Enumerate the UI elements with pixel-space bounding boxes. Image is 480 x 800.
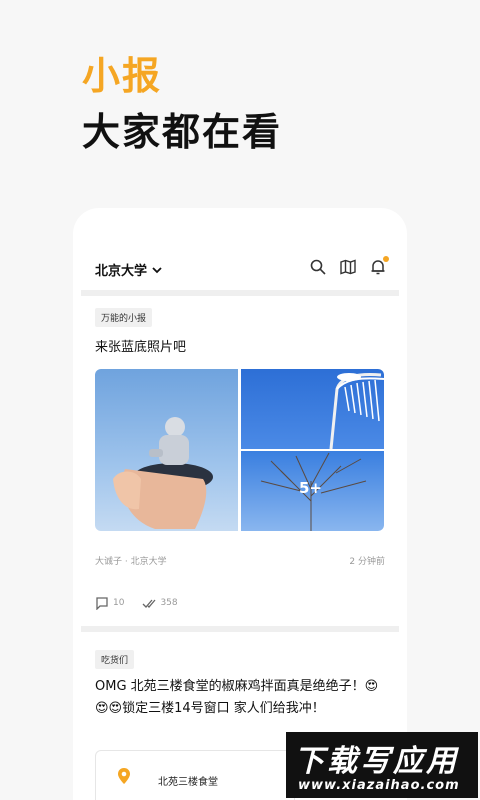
post-title: 来张蓝底照片吧 — [95, 340, 187, 355]
post-tag[interactable]: 吃货们 — [95, 650, 135, 669]
watermark-url: www.xiazaihao.com — [298, 778, 460, 793]
bell-icon[interactable] — [369, 256, 389, 276]
more-images-count: 5+ — [299, 479, 323, 497]
notification-badge — [383, 256, 389, 262]
watermark-title: 下载写应用 — [294, 744, 459, 779]
post-image-thumb[interactable]: 5+ — [241, 451, 384, 531]
watermark-logo: 下载写应用 www.xiazaihao.com — [286, 732, 478, 798]
comment-count: 10 — [113, 598, 125, 608]
read-check-icon — [142, 599, 156, 608]
post-stats: 10 358 — [95, 596, 178, 610]
hero-accent-title: 小报 — [82, 54, 163, 98]
comment-icon[interactable] — [95, 596, 109, 610]
post-card[interactable]: 万能的小报 来张蓝底照片吧 5+ 大诚子 · 北京大学 2 分钟前 10 358 — [81, 296, 399, 624]
post-author[interactable]: 大诚子 · 北京大学 — [95, 554, 167, 567]
post-tag[interactable]: 万能的小报 — [95, 308, 153, 327]
post-image-main[interactable] — [95, 369, 238, 531]
chevron-down-icon — [152, 266, 162, 273]
location-pin-icon — [118, 768, 130, 784]
search-icon[interactable] — [309, 258, 327, 276]
app-header: 北京大学 — [73, 254, 407, 288]
school-selector[interactable]: 北京大学 — [95, 260, 163, 279]
location-name: 北苑三楼食堂 — [158, 777, 218, 788]
hero-title: 大家都在看 — [82, 110, 283, 154]
post-image-thumb[interactable] — [241, 369, 384, 449]
location-card[interactable]: 北苑三楼食堂 — [95, 750, 295, 800]
view-count: 358 — [160, 598, 178, 608]
phone-frame: 北京大学 万能的小报 来张蓝底照片吧 5+ 大诚子 · 北京大学 2 分钟前 1… — [73, 208, 407, 800]
hero: 小报 大家都在看 — [82, 52, 282, 160]
map-icon[interactable] — [339, 258, 357, 276]
post-time: 2 分钟前 — [349, 557, 385, 567]
school-name: 北京大学 — [95, 264, 148, 279]
post-body: OMG 北苑三楼食堂的椒麻鸡拌面真是绝绝子！😍😍😍锁定三楼14号窗口 家人们给我… — [95, 679, 379, 716]
